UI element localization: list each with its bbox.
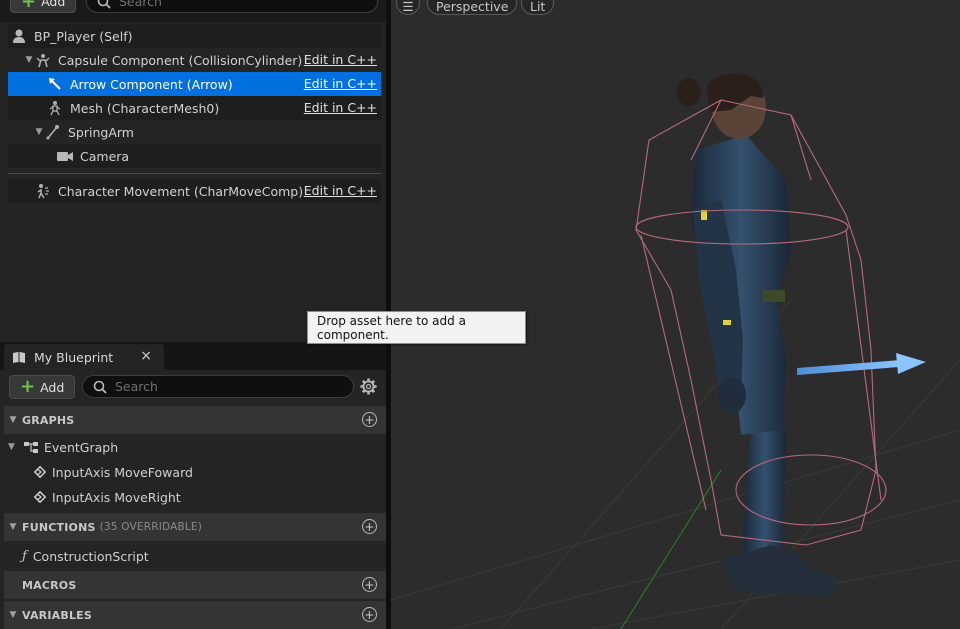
tree-row-arrow[interactable]: Arrow Component (Arrow) Edit in C++ [8,72,381,96]
overridable-count: (35 OVERRIDABLE) [99,521,203,533]
arrow-component-gizmo[interactable] [797,353,926,375]
actor-icon [10,28,28,44]
hamburger-icon: ☰ [402,0,414,14]
add-graph-icon[interactable]: + [362,412,377,427]
graph-item-eventgraph[interactable]: ▼ EventGraph [8,436,118,458]
graph-item-moveright[interactable]: InputAxis MoveRight [34,486,181,508]
collapse-caret-icon[interactable]: ▼ [8,442,18,452]
tree-row-character-movement[interactable]: Character Movement (CharMoveComp) Edit i… [8,179,381,203]
add-blueprint-item-button[interactable]: + Add [9,375,76,399]
add-label: Add [40,379,65,395]
edit-in-cpp-link[interactable]: Edit in C++ [304,100,377,115]
y-axis-line [620,469,722,629]
collapse-caret-icon[interactable]: ▼ [4,522,22,532]
expand-caret-icon[interactable]: ▼ [34,127,44,137]
tree-row-capsule[interactable]: ▼ Capsule Component (CollisionCylinder) … [8,48,381,72]
collapse-caret-icon[interactable]: ▼ [4,415,22,425]
graph-item-label: InputAxis MoveFoward [52,464,193,480]
plus-icon: + [20,376,36,397]
plus-icon: + [21,0,37,12]
section-graphs[interactable]: ▼ GRAPHS + [4,406,386,434]
add-function-icon[interactable]: + [362,519,377,534]
capsule-icon [34,52,52,68]
components-search-input[interactable]: Search [86,0,378,13]
perspective-label: Perspective [436,0,509,14]
book-icon [13,351,25,363]
blueprint-search-placeholder: Search [115,379,158,394]
search-icon [97,0,111,9]
graph-item-label: InputAxis MoveRight [52,489,181,505]
spring-arm-icon [44,124,62,140]
section-title: VARIABLES [22,608,92,622]
tree-row-camera[interactable]: Camera [8,144,381,168]
edit-in-cpp-link[interactable]: Edit in C++ [304,52,377,67]
tree-row-label: BP_Player (Self) [34,28,133,44]
section-title: GRAPHS [22,413,75,427]
close-icon[interactable]: × [140,348,152,364]
tree-row-label: Character Movement (CharMoveComp) [58,183,304,199]
search-icon [93,380,107,394]
my-blueprint-panel: My Blueprint × + Add Search ▼ GRAPHS + ▼… [0,342,386,629]
event-graph-icon [24,441,38,453]
event-node-icon [34,466,46,478]
character-mesh[interactable] [677,73,837,596]
section-title: MACROS [22,578,77,592]
add-component-button[interactable]: + Add [10,0,77,13]
camera-icon [56,148,74,164]
expand-caret-icon[interactable]: ▼ [24,55,34,65]
movement-icon [34,183,52,199]
section-variables[interactable]: ▼ VARIABLES + [4,601,386,629]
components-search-placeholder: Search [119,0,162,9]
function-label: ConstructionScript [32,548,149,564]
tree-row-mesh[interactable]: Mesh (CharacterMesh0) Edit in C++ [8,96,381,120]
tab-my-blueprint[interactable]: My Blueprint × [4,344,164,370]
tree-row-label: Mesh (CharacterMesh0) [70,100,220,116]
drop-asset-tooltip: Drop asset here to add a component. [307,311,526,344]
gear-icon[interactable] [360,378,377,395]
section-functions[interactable]: ▼ FUNCTIONS (35 OVERRIDABLE) + [4,513,386,541]
graph-item-moveforward[interactable]: InputAxis MoveFoward [34,461,193,483]
function-icon: ƒ [22,548,27,564]
tree-row-self[interactable]: BP_Player (Self) [8,24,381,48]
tree-row-label: SpringArm [68,124,134,140]
tree-row-label: Camera [80,148,130,164]
floor-grid [391,299,960,629]
section-macros[interactable]: MACROS + [4,571,386,599]
components-toolbar: + Add Search [0,0,386,22]
perspective-button[interactable]: Perspective [427,0,518,15]
event-node-icon [34,491,46,503]
tab-label: My Blueprint [34,349,114,365]
collapse-caret-icon[interactable]: ▼ [4,610,22,620]
tree-row-label: Arrow Component (Arrow) [70,76,233,92]
tree-row-label: Capsule Component (CollisionCylinder) [58,52,303,68]
add-component-label: Add [41,0,66,9]
tree-divider [8,173,381,174]
arrow-component-icon [46,76,64,92]
section-title: FUNCTIONS [22,520,96,534]
eventgraph-label: EventGraph [44,439,119,455]
skeletal-mesh-icon [46,100,64,116]
component-tree: BP_Player (Self) ▼ Capsule Component (Co… [8,24,381,203]
add-variable-icon[interactable]: + [362,607,377,622]
edit-in-cpp-link[interactable]: Edit in C++ [304,76,377,91]
add-macro-icon[interactable]: + [362,577,377,592]
blueprint-search-input[interactable]: Search [82,375,354,398]
tree-row-springarm[interactable]: ▼ SpringArm [8,120,381,144]
my-blueprint-tabbar: My Blueprint × [0,342,386,370]
lit-label: Lit [530,0,546,14]
function-item-constructionscript[interactable]: ƒ ConstructionScript [22,545,149,567]
edit-in-cpp-link[interactable]: Edit in C++ [304,183,377,198]
components-panel: + Add Search BP_Player (Self) ▼ Capsule … [0,0,386,342]
